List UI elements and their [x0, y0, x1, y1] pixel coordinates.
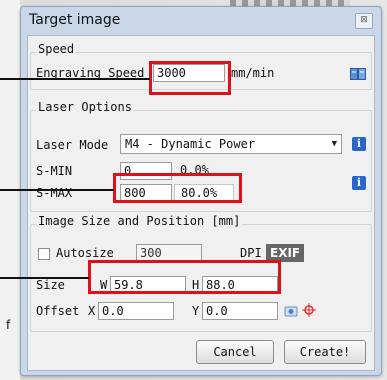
title-bar[interactable]: Target image ⊠ [21, 7, 381, 33]
crosshair-icon[interactable] [302, 303, 316, 317]
offset-label: Offset [36, 304, 80, 318]
close-button[interactable]: ⊠ [355, 13, 373, 29]
offset-y-input[interactable]: 0.0 [202, 302, 278, 320]
info-icon-mode[interactable]: i [352, 137, 366, 151]
stray-annotation-text: f [6, 318, 11, 332]
dialog-title: Target image [29, 12, 121, 28]
size-label: Size [36, 278, 65, 292]
create-button[interactable]: Create! [284, 340, 366, 364]
laser-mode-select[interactable]: M4 - Dynamic Power ▼ [120, 134, 342, 154]
laser-mode-value: M4 - Dynamic Power [125, 137, 256, 151]
dpi-label: DPI [240, 246, 262, 260]
highlight-smax [113, 173, 242, 203]
book-icon[interactable] [350, 68, 366, 80]
offset-y-label: Y [192, 304, 200, 318]
info-icon-power[interactable]: i [352, 176, 366, 190]
cancel-button[interactable]: Cancel [196, 340, 274, 364]
pointer-line-speed [0, 78, 150, 80]
offset-x-input[interactable]: 0.0 [98, 302, 174, 320]
image-size-section-label: Image Size and Position [mm] [36, 214, 243, 228]
pointer-line-size [0, 277, 89, 279]
pointer-line-smax [0, 189, 114, 191]
highlight-engraving-speed [149, 61, 231, 95]
highlight-size [88, 260, 281, 294]
autosize-checkbox[interactable] [38, 248, 50, 260]
smin-label: S-MIN [36, 164, 73, 178]
laser-mode-label: Laser Mode [36, 138, 109, 152]
reset-position-icon[interactable] [284, 304, 298, 318]
offset-x-label: X [88, 304, 96, 318]
chevron-down-icon: ▼ [331, 139, 337, 149]
autosize-label: Autosize [56, 246, 114, 260]
speed-unit-label: mm/min [231, 66, 275, 80]
speed-section-label: Speed [36, 42, 77, 56]
laser-options-section-label: Laser Options [36, 100, 134, 114]
